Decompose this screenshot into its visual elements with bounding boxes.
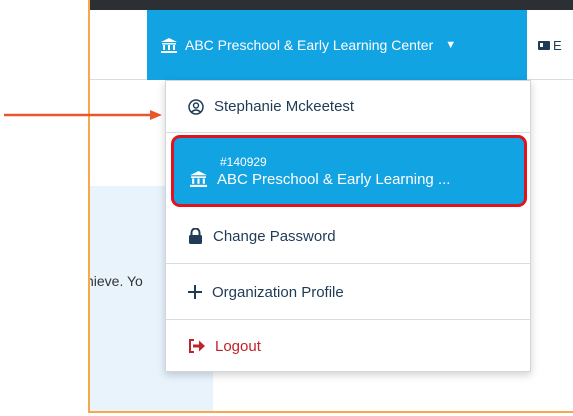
org-switcher-label: ABC Preschool & Early Learning Center <box>185 37 434 53</box>
plus-icon <box>188 285 202 299</box>
sign-out-icon <box>188 339 205 353</box>
org-row: ABC Preschool & Early Learning ... <box>190 171 450 188</box>
menu-item-user[interactable]: Stephanie Mckeetest <box>166 81 530 133</box>
menu-item-logout[interactable]: Logout <box>166 321 530 371</box>
app-header: ABC Preschool & Early Learning Center ▼ … <box>90 10 573 80</box>
org-switcher-button[interactable]: ABC Preschool & Early Learning Center ▼ <box>147 10 527 80</box>
extra-nav-item[interactable]: E <box>538 38 562 53</box>
bank-icon <box>190 171 207 187</box>
user-name-label: Stephanie Mckeetest <box>214 98 355 115</box>
extra-nav-label: E <box>553 38 562 53</box>
logout-label: Logout <box>215 337 261 355</box>
user-circle-icon <box>188 98 204 115</box>
change-password-label: Change Password <box>213 227 336 245</box>
id-card-icon <box>538 41 550 50</box>
org-id-label: #140929 <box>220 154 267 169</box>
annotation-arrow <box>4 110 162 120</box>
background-text: hieve. Yo <box>90 273 143 289</box>
organization-profile-label: Organization Profile <box>212 283 344 301</box>
lock-icon <box>188 228 203 244</box>
account-dropdown-menu: Stephanie Mckeetest #140929 ABC Preschoo… <box>165 80 531 372</box>
org-name-label: ABC Preschool & Early Learning ... <box>217 170 451 188</box>
caret-down-icon: ▼ <box>445 39 457 51</box>
top-strip <box>90 0 573 10</box>
menu-item-change-password[interactable]: Change Password <box>166 209 530 264</box>
menu-item-organization-profile[interactable]: Organization Profile <box>166 265 530 320</box>
bank-icon <box>161 37 177 53</box>
menu-item-current-org[interactable]: #140929 ABC Preschool & Early Learning .… <box>171 135 527 207</box>
